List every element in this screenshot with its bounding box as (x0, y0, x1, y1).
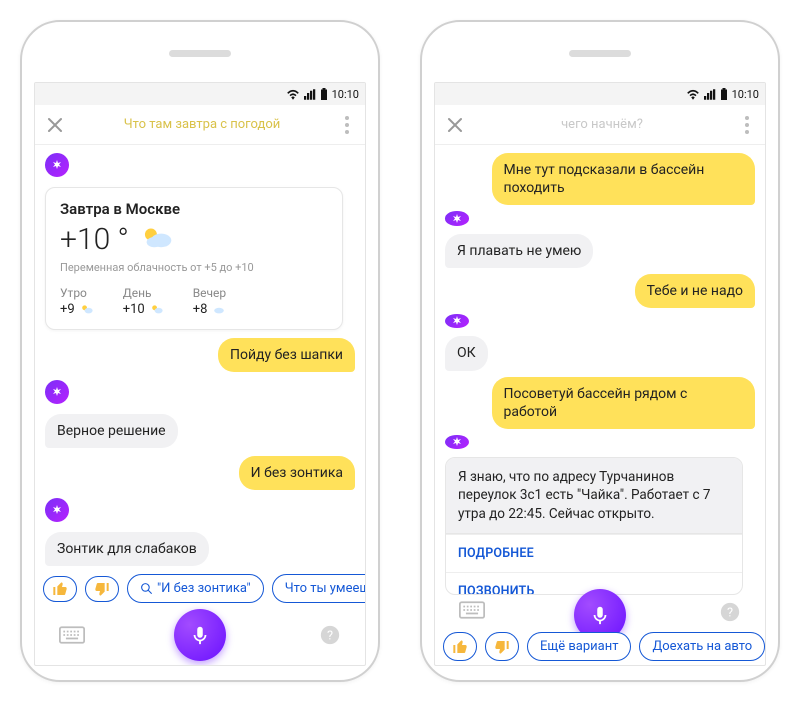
status-bar: 10:10 (35, 83, 365, 105)
close-icon[interactable] (41, 111, 69, 139)
assistant-message[interactable]: ОК (445, 336, 488, 370)
weather-part-value: +10 (123, 302, 145, 317)
phone-left: 10:10 Что там завтра с погодой Завтра в … (20, 20, 380, 682)
bottom-bar: ? (35, 609, 365, 665)
top-hint-text: чего начнём? (475, 117, 729, 132)
battery-icon (720, 88, 728, 100)
assistant-avatar-icon (45, 153, 69, 177)
suggestion-chips: "И без зонтика" Что ты умеешь (35, 566, 365, 609)
keyboard-icon[interactable] (459, 601, 485, 623)
status-time: 10:10 (732, 88, 759, 101)
screen: 10:10 чего начнём? Мне тут подсказали в … (434, 82, 766, 666)
keyboard-icon[interactable] (59, 626, 85, 648)
user-message[interactable]: И без зонтика (239, 456, 355, 490)
search-icon (140, 582, 153, 595)
thumbs-up-chip[interactable] (43, 576, 77, 602)
suggestion-chip-search[interactable]: "И без зонтика" (127, 574, 264, 603)
wifi-icon (686, 89, 700, 100)
close-icon[interactable] (441, 111, 469, 139)
assistant-avatar-icon (45, 380, 69, 404)
phone-speaker (169, 50, 231, 57)
thumbs-down-chip[interactable] (85, 576, 119, 602)
mic-button[interactable] (174, 609, 226, 661)
help-icon[interactable]: ? (719, 601, 741, 627)
mic-icon (589, 604, 611, 626)
thumbs-up-chip[interactable] (443, 632, 477, 661)
user-message[interactable]: Пойду без шапки (218, 338, 355, 372)
assistant-avatar-icon (45, 498, 69, 522)
status-time: 10:10 (332, 88, 359, 101)
chip-label: Доехать на авто (652, 639, 752, 654)
weather-part-value: +9 (60, 302, 75, 317)
weather-part-label: Вечер (193, 286, 228, 300)
thumbs-down-chip[interactable] (485, 632, 519, 661)
mic-icon (189, 624, 211, 646)
assistant-avatar-icon (445, 435, 469, 449)
user-message[interactable]: Мне тут подсказали в бассейн походить (492, 153, 756, 205)
assistant-avatar-icon (445, 211, 469, 225)
weather-part-evening: Вечер +8 (193, 286, 228, 317)
top-bar: Что там завтра с погодой (35, 105, 365, 145)
signal-icon (704, 89, 716, 100)
weather-part-label: День (123, 286, 165, 300)
top-bar: чего начнём? (435, 105, 765, 145)
weather-part-value: +8 (193, 302, 208, 317)
weather-card[interactable]: Завтра в Москве +10 ° Переменная облачно… (45, 187, 343, 330)
user-message[interactable]: Посоветуй бассейн рядом с работой (492, 377, 756, 429)
phone-right: 10:10 чего начнём? Мне тут подсказали в … (420, 20, 780, 682)
assistant-avatar-icon (445, 314, 469, 328)
weather-part-label: Утро (60, 286, 95, 300)
chip-label: "И без зонтика" (157, 581, 251, 596)
svg-text:?: ? (327, 629, 333, 644)
assistant-message[interactable]: Верное решение (45, 414, 178, 448)
wifi-icon (286, 89, 300, 100)
suggestion-chip[interactable]: Ещё вариант (527, 632, 631, 661)
weather-title: Завтра в Москве (60, 200, 328, 218)
suggestion-chip[interactable]: Что ты умеешь (272, 574, 365, 603)
suggestion-chips: Ещё вариант Доехать на авто (435, 632, 765, 661)
help-icon[interactable]: ? (319, 624, 341, 650)
assistant-message[interactable]: Я плавать не умею (445, 234, 593, 268)
sun-cloud-icon (139, 225, 173, 253)
suggestion-chip[interactable]: Доехать на авто (639, 632, 765, 661)
info-card: Я знаю, что по адресу Турчанинов переуло… (445, 457, 743, 595)
weather-part-day: День +10 (123, 286, 165, 317)
user-message[interactable]: Тебе и не надо (635, 274, 755, 308)
menu-dots-icon[interactable] (335, 116, 359, 134)
chip-label: Ещё вариант (540, 639, 618, 654)
weather-part-morning: Утро +9 (60, 286, 95, 317)
menu-dots-icon[interactable] (735, 116, 759, 134)
signal-icon (304, 89, 316, 100)
phone-speaker (569, 50, 631, 57)
weather-temp: +10 ° (60, 222, 129, 257)
chip-label: Что ты умеешь (285, 581, 365, 596)
top-hint-text: Что там завтра с погодой (75, 117, 329, 132)
info-card-text: Я знаю, что по адресу Турчанинов переуло… (446, 458, 742, 534)
status-bar: 10:10 (435, 83, 765, 105)
chat-area: Завтра в Москве +10 ° Переменная облачно… (35, 145, 365, 566)
weather-subtitle: Переменная облачность от +5 до +10 (60, 261, 328, 274)
screen: 10:10 Что там завтра с погодой Завтра в … (34, 82, 366, 666)
svg-text:?: ? (727, 606, 733, 621)
battery-icon (320, 88, 328, 100)
info-action-details[interactable]: ПОДРОБНЕЕ (446, 534, 742, 572)
chat-area: Мне тут подсказали в бассейн походить Я … (435, 145, 765, 595)
bottom-bar: ? Ещё вариант Доехать на авто (435, 595, 765, 665)
assistant-message[interactable]: Зонтик для слабаков (45, 532, 209, 566)
